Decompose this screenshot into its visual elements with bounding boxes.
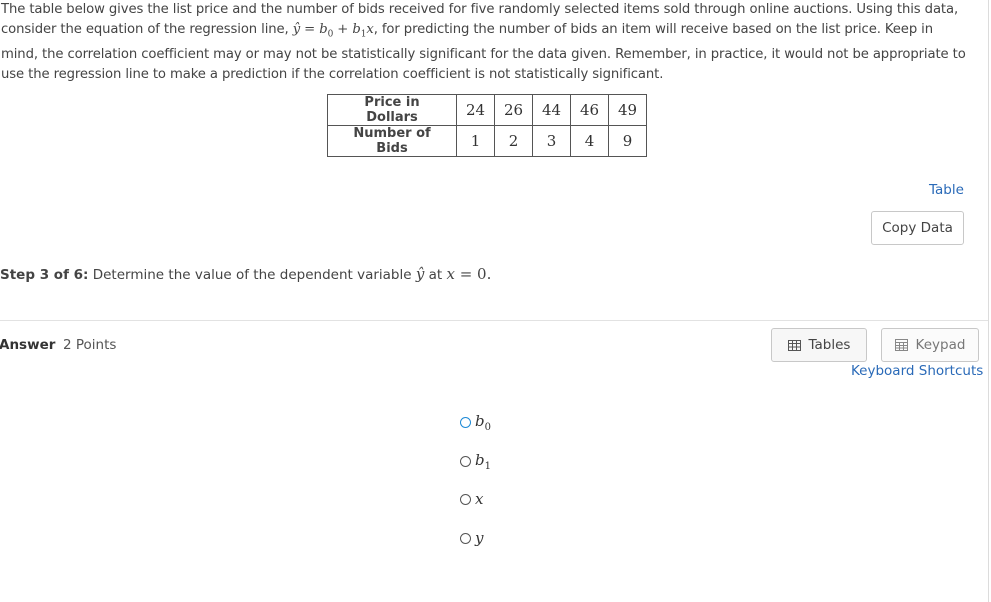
radio-button[interactable] bbox=[460, 532, 471, 544]
step-at: at bbox=[424, 267, 447, 283]
table-cell: 3 bbox=[532, 125, 571, 157]
keyboard-shortcuts-link[interactable]: Keyboard Shortcuts bbox=[851, 363, 983, 379]
eq-x: x bbox=[366, 22, 374, 37]
data-table: Price in Dollars 24 26 44 46 49 Number o… bbox=[327, 94, 647, 157]
points-label: 2 Points bbox=[63, 337, 117, 353]
copy-data-button[interactable]: Copy Data bbox=[871, 211, 964, 245]
step-label: Step 3 of 6: bbox=[0, 267, 89, 283]
option-label: b0 bbox=[475, 412, 491, 433]
table-cell: 4 bbox=[570, 125, 609, 157]
radio-button[interactable] bbox=[460, 493, 471, 505]
eq-yhat: ŷ bbox=[292, 22, 301, 37]
table-row: Number of Bids 1 2 3 4 9 bbox=[327, 125, 647, 157]
table-cell: 24 bbox=[456, 94, 495, 126]
row-header-bids: Number of Bids bbox=[327, 125, 457, 157]
radio-button[interactable] bbox=[460, 456, 471, 467]
radio-button[interactable] bbox=[460, 417, 471, 428]
step-prompt: Step 3 of 6: Determine the value of the … bbox=[0, 265, 491, 283]
answer-label: Answer bbox=[0, 337, 56, 353]
table-cell: 46 bbox=[570, 94, 609, 126]
option-x[interactable]: x bbox=[460, 490, 483, 508]
keypad-button[interactable]: Keypad bbox=[881, 328, 979, 362]
row-header-price: Price in Dollars bbox=[327, 94, 457, 126]
option-label: b1 bbox=[475, 451, 491, 472]
table-cell: 44 bbox=[532, 94, 571, 126]
eq-plus: + bbox=[333, 22, 353, 37]
option-label: x bbox=[475, 490, 484, 508]
keypad-icon bbox=[894, 339, 908, 351]
step-text: Determine the value of the dependent var… bbox=[88, 267, 416, 283]
table-cell: 49 bbox=[608, 94, 647, 126]
step-x: x bbox=[446, 265, 455, 283]
table-row: Price in Dollars 24 26 44 46 49 bbox=[327, 94, 647, 126]
tables-button-label: Tables bbox=[808, 337, 851, 353]
table-cell: 1 bbox=[456, 125, 495, 157]
table-grid-icon bbox=[787, 339, 801, 351]
table-cell: 2 bbox=[494, 125, 533, 157]
step-eq: = 0. bbox=[454, 265, 492, 283]
table-link[interactable]: Table bbox=[929, 182, 964, 198]
tables-button[interactable]: Tables bbox=[771, 328, 867, 362]
option-label: y bbox=[475, 529, 484, 547]
eq-b0: b bbox=[319, 22, 328, 37]
keypad-button-label: Keypad bbox=[915, 337, 966, 353]
option-b0[interactable]: b0 bbox=[460, 412, 491, 433]
table-cell: 26 bbox=[494, 94, 533, 126]
problem-statement: The table below gives the list price and… bbox=[1, 2, 966, 82]
eq-equals: = bbox=[300, 22, 320, 37]
option-b1[interactable]: b1 bbox=[460, 451, 491, 472]
table-cell: 9 bbox=[608, 125, 647, 157]
panel-border bbox=[988, 0, 989, 602]
eq-b1: b bbox=[352, 22, 361, 37]
section-divider bbox=[0, 320, 988, 321]
option-y[interactable]: y bbox=[460, 529, 483, 547]
